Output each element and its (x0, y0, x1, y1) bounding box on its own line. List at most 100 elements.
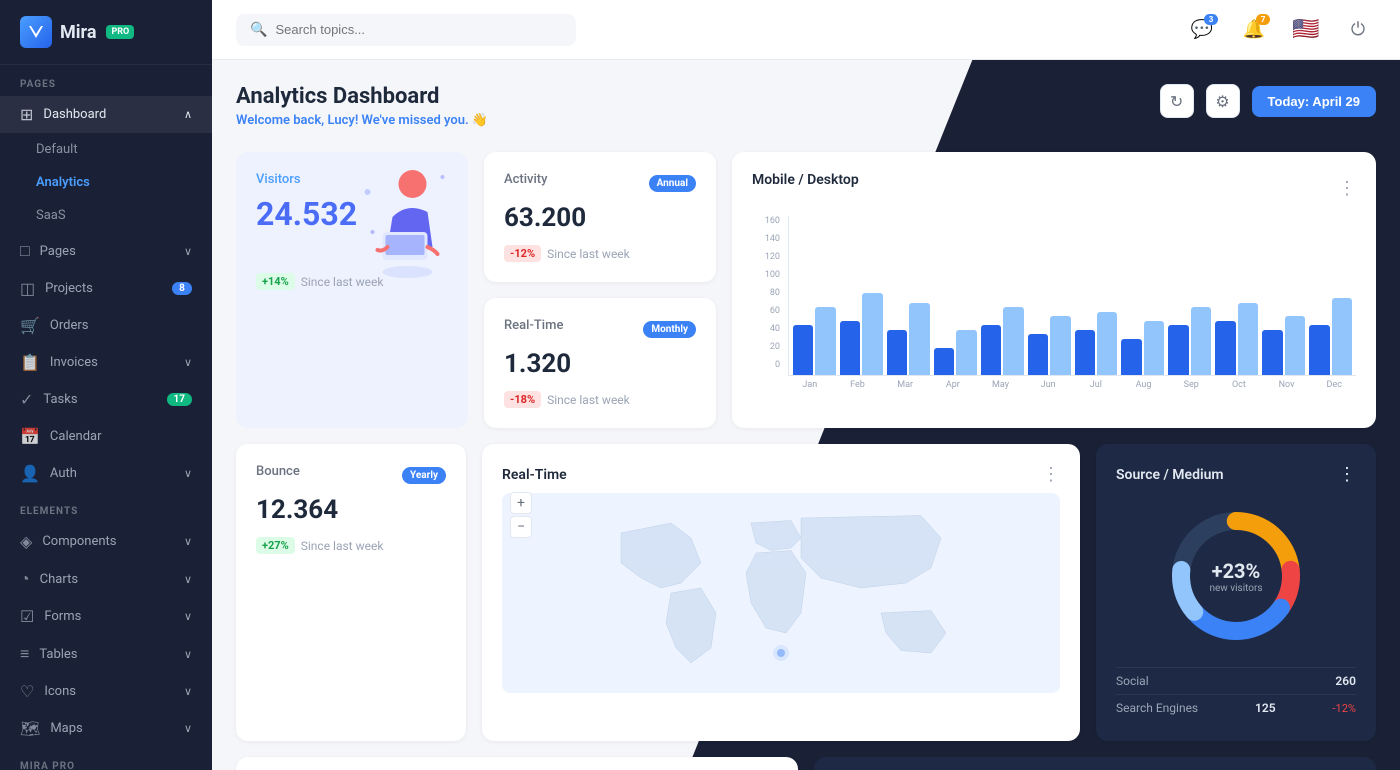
search-icon: 🔍 (250, 22, 267, 38)
bar-group (1121, 321, 1164, 375)
sidebar: Mira PRO PAGES ⊞ Dashboard ∧ Default Ana… (0, 0, 212, 770)
x-axis-label: Jun (1026, 380, 1070, 390)
x-axis-label: Jul (1074, 380, 1118, 390)
bar-group (981, 307, 1024, 375)
realtime-map-card: Real-Time ⋮ + − (482, 444, 1080, 741)
light-bar (1238, 303, 1258, 376)
sidebar-item-icons[interactable]: ♡ Icons ∨ (0, 673, 212, 710)
dark-bar (887, 330, 907, 375)
sidebar-item-analytics[interactable]: Analytics (0, 166, 212, 199)
topbar: 🔍 💬 3 🔔 7 🇺🇸 ⏻ (212, 0, 1400, 60)
source-search-value: 125 (1255, 701, 1276, 715)
source-row-search: Search Engines 125 -12% (1116, 694, 1356, 721)
search-input[interactable] (275, 22, 562, 37)
logo-text: Mira (60, 22, 96, 43)
tech-logos-section: 🎨 💎 ⚛ NEXT TS JS (236, 757, 1376, 770)
bar-group (1168, 307, 1211, 375)
language-selector[interactable]: 🇺🇸 (1288, 12, 1324, 48)
light-bar (815, 307, 835, 375)
filter-button[interactable]: ⚙ (1206, 84, 1240, 118)
dark-bar (1028, 334, 1048, 375)
sidebar-item-calendar[interactable]: 📅 Calendar (0, 418, 212, 455)
content-area: Analytics Dashboard Welcome back, Lucy! … (212, 60, 1400, 770)
search-box[interactable]: 🔍 (236, 14, 576, 46)
x-axis-label: Feb (836, 380, 880, 390)
mobile-desktop-chart-card: Mobile / Desktop ⋮ 160140120100806040200… (732, 152, 1376, 428)
sidebar-item-components-label: Components (42, 534, 116, 549)
sidebar-item-saas[interactable]: SaaS (0, 199, 212, 232)
messages-button[interactable]: 💬 3 (1184, 12, 1220, 48)
chevron-down-icon5: ∨ (184, 573, 192, 586)
sidebar-item-analytics-label: Analytics (36, 175, 90, 190)
map-menu-button[interactable]: ⋮ (1042, 464, 1060, 485)
bar-groups (788, 216, 1356, 376)
invoices-icon: 📋 (20, 353, 40, 372)
x-axis-labels: JanFebMarAprMayJunJulAugSepOctNovDec (788, 376, 1356, 390)
refresh-button[interactable]: ↻ (1160, 84, 1194, 118)
activity-card: Activity Annual 63.200 -12% Since last w… (484, 152, 716, 282)
orders-icon: 🛒 (20, 316, 40, 335)
bar-chart-area: 160140120100806040200 JanFebMarAprMayJun… (752, 216, 1356, 390)
bar-group (1262, 316, 1305, 375)
dark-bar (1309, 325, 1329, 375)
world-map-svg (502, 493, 1060, 693)
sidebar-item-tables[interactable]: ≡ Tables ∨ (0, 635, 212, 673)
bar-group (887, 303, 930, 376)
logo-icon (20, 16, 52, 48)
sidebar-item-forms-label: Forms (44, 609, 81, 624)
x-axis-label: Aug (1122, 380, 1166, 390)
light-bar (1285, 316, 1305, 375)
activity-header: Activity Annual (504, 172, 696, 195)
sidebar-item-forms[interactable]: ☑ Forms ∨ (0, 598, 212, 635)
chevron-down-icon4: ∨ (184, 535, 192, 548)
map-container (502, 493, 1060, 693)
sidebar-item-charts[interactable]: ◔ Charts ∨ (0, 560, 212, 598)
sidebar-item-components[interactable]: ◈ Components ∨ (0, 523, 212, 560)
sidebar-item-maps[interactable]: 🗺 Maps ∨ (0, 710, 212, 747)
source-medium-title: Source / Medium (1116, 467, 1224, 483)
chart-menu-button[interactable]: ⋮ (1338, 178, 1356, 199)
map-controls: + − (510, 492, 532, 538)
sidebar-item-dashboard[interactable]: ⊞ Dashboard ∧ (0, 96, 212, 133)
realtime-header: Real-Time Monthly (504, 318, 696, 341)
sidebar-item-calendar-label: Calendar (50, 429, 102, 444)
tables-icon: ≡ (20, 644, 29, 664)
sidebar-item-invoices[interactable]: 📋 Invoices ∨ (0, 344, 212, 381)
forms-icon: ☑ (20, 607, 34, 626)
source-row-social: Social 260 (1116, 667, 1356, 694)
map-zoom-out-button[interactable]: − (510, 516, 532, 538)
sidebar-item-pages[interactable]: □ Pages ∨ (0, 232, 212, 270)
sidebar-item-auth[interactable]: 👤 Auth ∨ (0, 455, 212, 492)
messages-badge: 3 (1204, 14, 1218, 25)
realtime-change-label: Since last week (547, 393, 630, 407)
visitors-card: Visitors 24.532 +14% Since last week (236, 152, 468, 428)
chevron-up-icon: ∧ (184, 108, 192, 121)
sidebar-item-projects[interactable]: ◫ Projects 8 (0, 270, 212, 307)
realtime-card: Real-Time Monthly 1.320 -18% Since last … (484, 298, 716, 428)
donut-label: +23% new visitors (1209, 559, 1262, 594)
sidebar-item-pages-label: Pages (40, 244, 76, 259)
activity-tag: Annual (649, 175, 696, 192)
donut-chart: +23% new visitors (1116, 501, 1356, 651)
bottom-section: Bounce Yearly 12.364 +27% Since last wee… (236, 444, 1376, 741)
chevron-down-icon8: ∨ (184, 685, 192, 698)
sidebar-item-tasks[interactable]: ✓ Tasks 17 (0, 381, 212, 418)
map-zoom-in-button[interactable]: + (510, 492, 532, 514)
mira-pro-section-label: MIRA PRO (0, 747, 212, 770)
pages-icon: □ (20, 241, 30, 261)
chevron-down-icon: ∨ (184, 245, 192, 258)
topbar-right: 💬 3 🔔 7 🇺🇸 ⏻ (1184, 12, 1376, 48)
sidebar-item-auth-label: Auth (50, 466, 77, 481)
light-bar (1097, 312, 1117, 375)
date-button[interactable]: Today: April 29 (1252, 86, 1376, 117)
notifications-button[interactable]: 🔔 7 (1236, 12, 1272, 48)
source-menu-button[interactable]: ⋮ (1338, 464, 1356, 485)
bar-group (1075, 312, 1118, 375)
bounce-header: Bounce Yearly (256, 464, 446, 487)
sidebar-item-charts-label: Charts (40, 572, 78, 587)
username-text: Lucy (327, 113, 354, 128)
power-button[interactable]: ⏻ (1340, 12, 1376, 48)
sidebar-item-default[interactable]: Default (0, 133, 212, 166)
dark-bar (1262, 330, 1282, 375)
sidebar-item-orders[interactable]: 🛒 Orders (0, 307, 212, 344)
